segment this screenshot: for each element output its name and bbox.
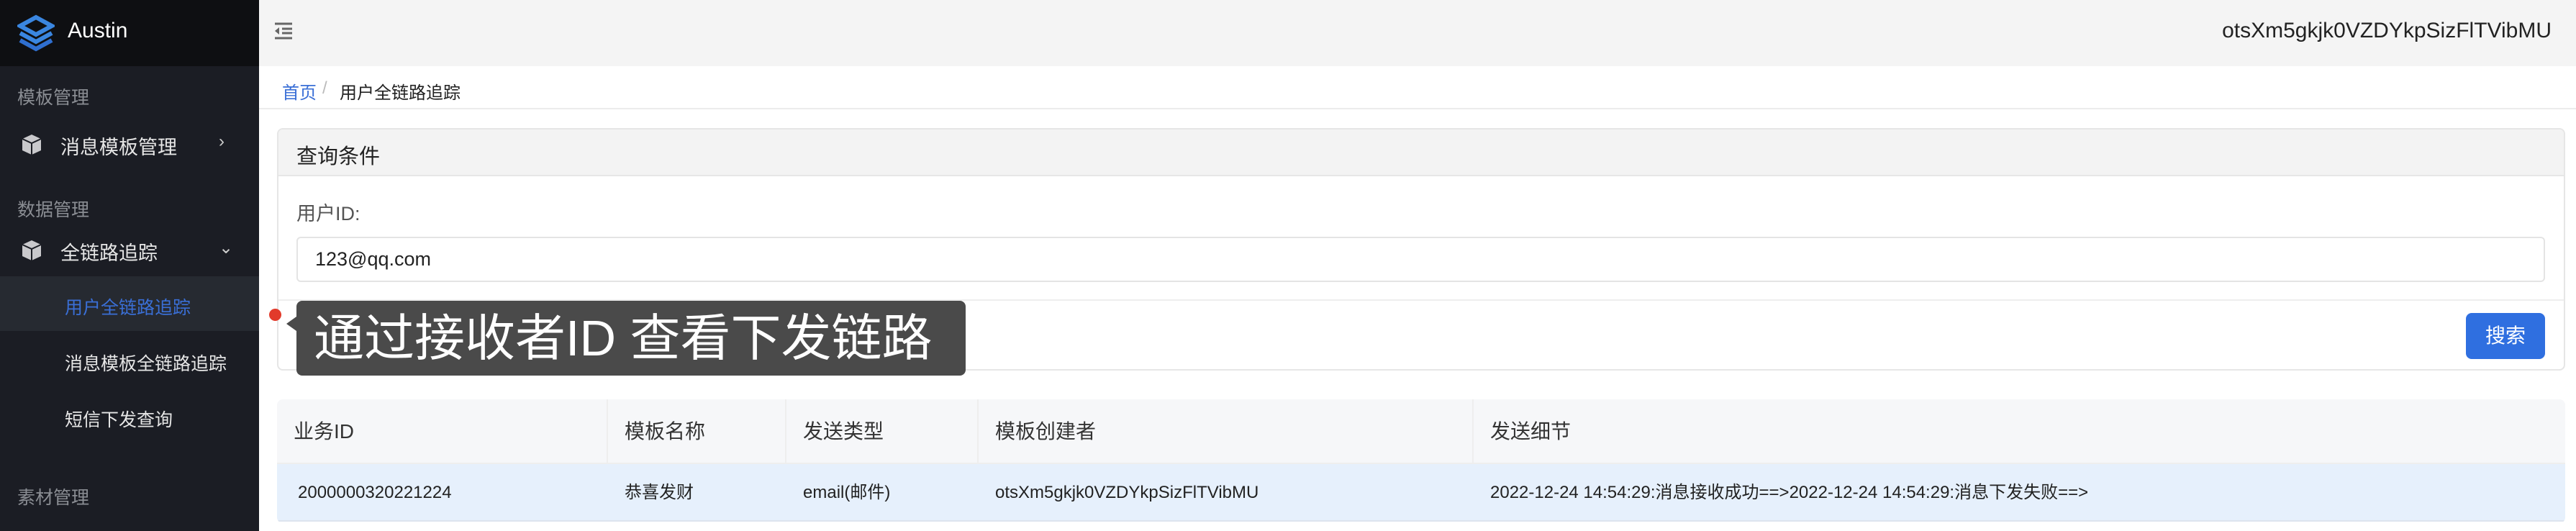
breadcrumb-separator: / [322,78,327,98]
top-bar: otsXm5gkjk0VZDYkpSizFlTVibMU [259,0,2576,66]
breadcrumb: 首页 / 用户全链路追踪 [259,66,2576,109]
group-label: 素材管理 [17,488,90,508]
group-label: 模板管理 [17,88,90,108]
brand[interactable]: Austin [0,0,259,66]
user-name[interactable]: otsXm5gkjk0VZDYkpSizFlTVibMU [2222,19,2552,43]
sidebar-item-label: 全链路追踪 [60,242,158,264]
column-header: 业务ID [277,399,608,464]
table-row[interactable]: 2000000320221224 恭喜发财 email(邮件) otsXm5gk… [277,464,2565,522]
app-name: Austin [68,19,128,42]
table-header: 业务ID 模板名称 发送类型 模板创建者 发送细节 [277,399,2565,464]
cell-template-name: 恭喜发财 [625,483,694,502]
breadcrumb-current: 用户全链路追踪 [340,83,461,103]
sidebar-item-trace[interactable]: 全链路追踪 ⌄ [0,224,259,275]
logo-icon [17,14,55,52]
sidebar-subitem-sms-query[interactable]: 短信下发查询 [0,389,259,443]
column-header: 发送细节 [1490,420,1572,442]
cube-icon [22,240,42,260]
group-label: 数据管理 [17,200,90,220]
chevron-down-icon: ⌄ [219,238,234,258]
breadcrumb-home[interactable]: 首页 [282,78,317,104]
sidebar: Austin 模板管理 消息模板管理 › 数据管理 全链路追踪 ⌄ 用户全链路追… [0,0,259,531]
sidebar-subitem-label: 短信下发查询 [65,410,173,430]
trace-table: 业务ID 模板名称 发送类型 模板创建者 发送细节 20000003202212… [277,399,2565,523]
cell-send-type: email(邮件) [803,483,891,502]
chevron-right-icon: › [219,132,225,151]
user-id-label: 用户ID: [296,203,360,224]
query-panel-title: 查询条件 [296,145,381,168]
sidebar-item-template-management[interactable]: 消息模板管理 › [0,119,259,169]
annotation-tooltip: 通过接收者ID 查看下发链路 [286,301,966,376]
search-button[interactable]: 搜索 [2466,313,2545,359]
sidebar-subitem-label: 用户全链路追踪 [65,298,191,318]
collapse-menu-icon[interactable] [273,22,294,40]
query-panel-header: 查询条件 [278,130,2564,176]
cube-icon [22,135,42,155]
user-id-input[interactable]: 123@qq.com [296,237,2545,282]
column-header: 模板名称 [608,399,786,464]
cell-creator: otsXm5gkjk0VZDYkpSizFlTVibMU [995,483,1259,502]
annotation-marker [269,309,281,321]
cell-send-detail: 2022-12-24 14:54:29:消息接收成功==>2022-12-24 … [1490,483,2089,502]
column-header: 发送类型 [786,399,979,464]
cell-business-id: 2000000320221224 [298,483,452,502]
sidebar-subitem-user-trace[interactable]: 用户全链路追踪 [0,276,259,331]
sidebar-item-label: 消息模板管理 [60,137,177,158]
sidebar-subitem-template-trace[interactable]: 消息模板全链路追踪 [0,332,259,387]
column-header: 模板创建者 [979,399,1474,464]
sidebar-subitem-label: 消息模板全链路追踪 [65,354,227,374]
